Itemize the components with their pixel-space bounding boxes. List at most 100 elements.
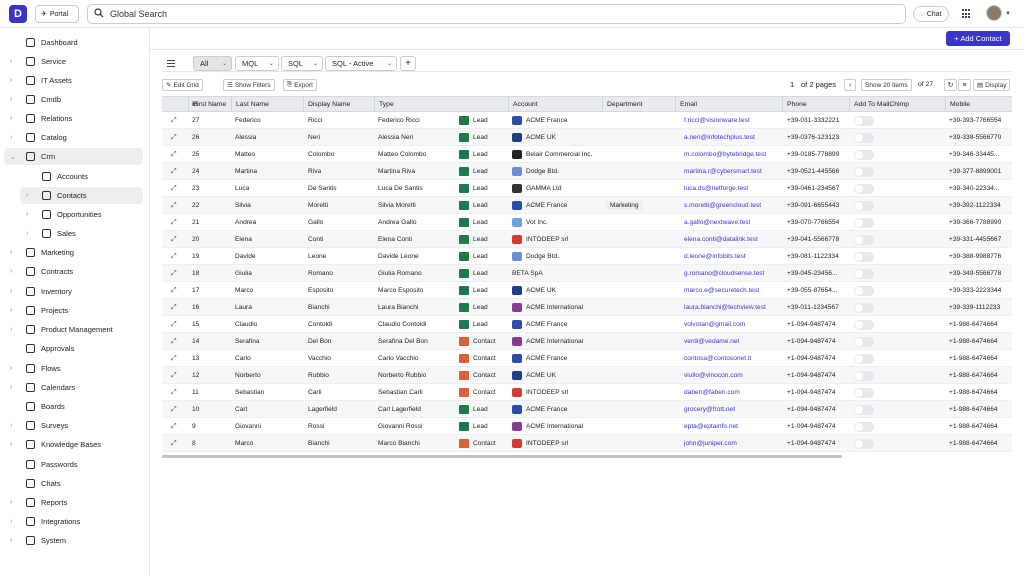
chevron-right-icon[interactable]: › bbox=[10, 288, 12, 295]
toggle-switch[interactable] bbox=[854, 183, 874, 194]
portal-button[interactable]: ✈ Portal bbox=[35, 5, 79, 23]
app-logo[interactable]: D bbox=[9, 5, 27, 23]
mailchimp-toggle[interactable] bbox=[854, 214, 874, 231]
toggle-switch[interactable] bbox=[854, 251, 874, 262]
tab-sql[interactable]: SQL ⌄ bbox=[281, 56, 323, 71]
edit-grid-button[interactable]: ✎ Edit Grid bbox=[162, 79, 203, 91]
sidebar-item-catalog[interactable]: › Catalog bbox=[0, 129, 150, 146]
chevron-right-icon[interactable]: › bbox=[10, 441, 12, 448]
next-page-button[interactable]: › bbox=[844, 79, 856, 91]
show-items-select[interactable]: Show 20 items bbox=[861, 79, 912, 91]
mailchimp-toggle[interactable] bbox=[854, 316, 874, 333]
expand-icon[interactable]: ⤢ bbox=[171, 384, 177, 401]
table-row[interactable]: ⤢ 12 Norberto Rubbio Norberto Rubbio Contact A… bbox=[162, 367, 1012, 384]
chevron-right-icon[interactable]: › bbox=[10, 96, 12, 103]
table-row[interactable]: ⤢ 14 Serafina Del Bon Serafina Del Bon Contac… bbox=[162, 333, 1012, 350]
expand-icon[interactable]: ⤢ bbox=[171, 367, 177, 384]
chevron-right-icon[interactable]: › bbox=[10, 518, 12, 525]
sidebar-item-opportunities[interactable]: › Opportunities bbox=[0, 206, 150, 223]
sidebar-item-projects[interactable]: › Projects bbox=[0, 302, 150, 319]
email-cell[interactable]: marco.e@securetech.test bbox=[684, 282, 759, 299]
mailchimp-toggle[interactable] bbox=[854, 367, 874, 384]
chevron-right-icon[interactable]: › bbox=[10, 384, 12, 391]
column-header-last-name[interactable]: Last Name bbox=[231, 97, 303, 112]
chevron-right-icon[interactable]: › bbox=[10, 249, 12, 256]
display-button[interactable]: ▤ Display bbox=[973, 79, 1011, 91]
mailchimp-toggle[interactable] bbox=[854, 350, 874, 367]
mailchimp-toggle[interactable] bbox=[854, 299, 874, 316]
email-cell[interactable]: elena.conti@datalink.test bbox=[684, 231, 758, 248]
column-header-first-name[interactable]: First Name bbox=[188, 97, 231, 112]
email-cell[interactable]: f.ricci@visionware.test bbox=[684, 112, 750, 129]
table-row[interactable]: ⤢ 13 Carlo Vacchio Carlo Vacchio Contact ACME … bbox=[162, 350, 1012, 367]
email-cell[interactable]: d.leone@infobits.test bbox=[684, 248, 746, 265]
column-header-type[interactable]: Type bbox=[374, 97, 428, 112]
table-row[interactable]: ⤢ 22 Silvia Moretti Silvia Moretti Lead ACME F… bbox=[162, 197, 1012, 214]
chevron-right-icon[interactable]: › bbox=[10, 326, 12, 333]
mailchimp-toggle[interactable] bbox=[854, 333, 874, 350]
sidebar-item-relations[interactable]: › Relations bbox=[0, 110, 150, 127]
email-cell[interactable]: laura.bianchi@techview.test bbox=[684, 299, 766, 316]
sidebar-item-it-assets[interactable]: › IT Assets bbox=[0, 72, 150, 89]
sidebar-item-contracts[interactable]: › Contracts bbox=[0, 263, 150, 280]
toggle-switch[interactable] bbox=[854, 166, 874, 177]
column-header-phone[interactable]: Phone bbox=[782, 97, 849, 112]
chevron-right-icon[interactable]: › bbox=[10, 422, 12, 429]
tab-all[interactable]: All ⌄ bbox=[193, 56, 232, 71]
table-row[interactable]: ⤢ 10 Carl Lagerfield Carl Lagerfield Lead ACME… bbox=[162, 401, 1012, 418]
column-header-display-name[interactable]: Display Name bbox=[303, 97, 374, 112]
add-tab-button[interactable]: + bbox=[400, 56, 416, 71]
table-row[interactable]: ⤢ 15 Claudio Contoldi Claudio Contoldi Lead AC… bbox=[162, 316, 1012, 333]
sidebar-item-contacts[interactable]: › Contacts bbox=[20, 187, 143, 204]
chevron-right-icon[interactable]: › bbox=[10, 115, 12, 122]
chevron-right-icon[interactable]: › bbox=[10, 58, 12, 65]
column-header-email[interactable]: Email bbox=[675, 97, 782, 112]
sidebar-item-marketing[interactable]: › Marketing bbox=[0, 244, 150, 261]
chat-button[interactable]: ◌ Chat bbox=[913, 6, 949, 22]
mailchimp-toggle[interactable] bbox=[854, 248, 874, 265]
table-row[interactable]: ⤢ 25 Matteo Colombo Matteo Colombo Lead Belair… bbox=[162, 146, 1012, 163]
table-row[interactable]: ⤢ 9 Giovanni Rossi Giovanni Rossi Lead ACME In… bbox=[162, 418, 1012, 435]
mailchimp-toggle[interactable] bbox=[854, 282, 874, 299]
toggle-switch[interactable] bbox=[854, 319, 874, 330]
mailchimp-toggle[interactable] bbox=[854, 197, 874, 214]
email-cell[interactable]: epta@eptainfo.net bbox=[684, 418, 738, 435]
chevron-down-icon[interactable]: ⌄ bbox=[10, 153, 16, 161]
table-row[interactable]: ⤢ 27 Federico Ricci Federico Ricci Lead ACME F… bbox=[162, 112, 1012, 129]
chevron-right-icon[interactable]: › bbox=[10, 307, 12, 314]
mailchimp-toggle[interactable] bbox=[854, 265, 874, 282]
toggle-switch[interactable] bbox=[854, 234, 874, 245]
user-avatar[interactable] bbox=[986, 5, 1002, 21]
mailchimp-toggle[interactable] bbox=[854, 112, 874, 129]
toggle-switch[interactable] bbox=[854, 302, 874, 313]
sidebar-item-dashboard[interactable]: Dashboard bbox=[0, 34, 150, 51]
sidebar-item-product-management[interactable]: › Product Management bbox=[0, 321, 150, 338]
table-row[interactable]: ⤢ 21 Andrea Gallo Andrea Gallo Lead Vot Inc. a.… bbox=[162, 214, 1012, 231]
mailchimp-toggle[interactable] bbox=[854, 231, 874, 248]
apps-grid-icon[interactable] bbox=[962, 9, 972, 19]
toggle-switch[interactable] bbox=[854, 421, 874, 432]
table-row[interactable]: ⤢ 17 Marco Esposito Marco Esposito Lead ACME U… bbox=[162, 282, 1012, 299]
column-header-department[interactable]: Department bbox=[602, 97, 675, 112]
expand-icon[interactable]: ⤢ bbox=[171, 316, 177, 333]
table-row[interactable]: ⤢ 16 Laura Bianchi Laura Bianchi Lead ACME Int… bbox=[162, 299, 1012, 316]
email-cell[interactable]: a.gallo@nextwave.test bbox=[684, 214, 750, 231]
tab-sql-active[interactable]: SQL - Active ⌄ bbox=[325, 56, 397, 71]
email-cell[interactable]: s.moretti@greencloud.test bbox=[684, 197, 761, 214]
sidebar-item-chats[interactable]: Chats bbox=[0, 475, 150, 492]
chevron-right-icon[interactable]: › bbox=[10, 537, 12, 544]
sidebar-item-calendars[interactable]: › Calendars bbox=[0, 379, 150, 396]
expand-icon[interactable]: ⤢ bbox=[171, 333, 177, 350]
sidebar-item-flows[interactable]: › Flows bbox=[0, 360, 150, 377]
mailchimp-toggle[interactable] bbox=[854, 163, 874, 180]
table-row[interactable]: ⤢ 18 Giulia Romano Giulia Romano Lead BETA SpA… bbox=[162, 265, 1012, 282]
chevron-right-icon[interactable]: › bbox=[10, 134, 12, 141]
sidebar-item-integrations[interactable]: › Integrations bbox=[0, 513, 150, 530]
expand-icon[interactable]: ⤢ bbox=[171, 214, 177, 231]
toggle-switch[interactable] bbox=[854, 438, 874, 449]
column-header-account[interactable]: Account bbox=[508, 97, 602, 112]
toggle-switch[interactable] bbox=[854, 268, 874, 279]
toggle-switch[interactable] bbox=[854, 149, 874, 160]
email-cell[interactable]: g.romano@cloudsense.test bbox=[684, 265, 764, 282]
table-row[interactable]: ⤢ 19 Davide Leone Davide Leone Lead Dodge Btd.… bbox=[162, 248, 1012, 265]
